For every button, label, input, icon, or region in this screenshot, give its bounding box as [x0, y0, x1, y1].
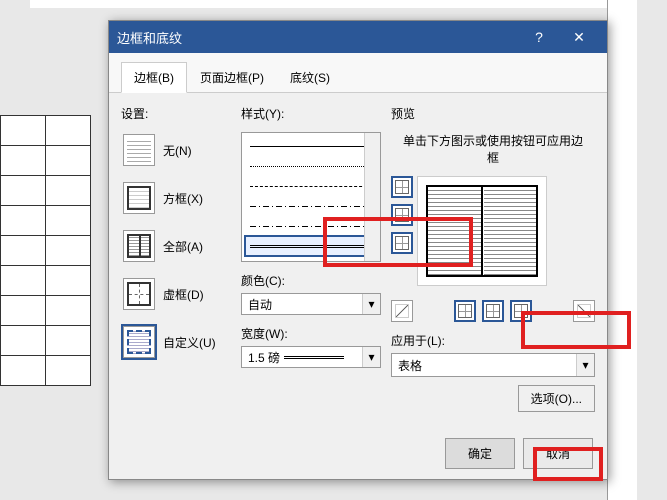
- close-button[interactable]: ✕: [559, 21, 599, 53]
- edge-middle-h-button[interactable]: [391, 204, 413, 226]
- grid-icon: [123, 278, 155, 310]
- tab-shading[interactable]: 底纹(S): [277, 62, 343, 93]
- options-button[interactable]: 选项(O)...: [518, 385, 595, 412]
- all-icon: [123, 230, 155, 262]
- setting-box[interactable]: 方框(X): [121, 180, 231, 216]
- apply-to-dropdown[interactable]: 表格 ▾: [391, 353, 595, 377]
- edge-middle-v-button[interactable]: [482, 300, 504, 322]
- edge-bottom-button[interactable]: [391, 232, 413, 254]
- diag-down-button[interactable]: [391, 300, 413, 322]
- tab-borders[interactable]: 边框(B): [121, 62, 187, 93]
- custom-icon: [123, 326, 155, 358]
- setting-grid[interactable]: 虚框(D): [121, 276, 231, 312]
- style-label: 样式(Y):: [241, 105, 381, 122]
- width-label: 宽度(W):: [241, 325, 381, 342]
- setting-custom[interactable]: 自定义(U): [121, 324, 231, 360]
- dialog-title: 边框和底纹: [117, 28, 519, 47]
- chevron-down-icon: ▾: [362, 347, 380, 367]
- setting-all[interactable]: 全部(A): [121, 228, 231, 264]
- width-dropdown[interactable]: 1.5 磅 ▾: [241, 346, 381, 368]
- preview-hint: 单击下方图示或使用按钮可应用边框: [391, 132, 595, 166]
- edge-right-button[interactable]: [510, 300, 532, 322]
- color-label: 颜色(C):: [241, 272, 381, 289]
- color-dropdown[interactable]: 自动 ▾: [241, 293, 381, 315]
- preview-diagram[interactable]: [417, 176, 547, 286]
- tab-page-borders[interactable]: 页面边框(P): [187, 62, 277, 93]
- chevron-down-icon: ▾: [576, 354, 594, 376]
- diag-up-button[interactable]: [573, 300, 595, 322]
- chevron-down-icon: ▾: [362, 294, 380, 314]
- background-document-table: [0, 115, 91, 386]
- help-button[interactable]: ?: [519, 21, 559, 53]
- edge-left-button[interactable]: [454, 300, 476, 322]
- apply-to-label: 应用于(L):: [391, 332, 595, 349]
- style-scrollbar[interactable]: [364, 133, 380, 261]
- cancel-button[interactable]: 取消: [523, 438, 593, 469]
- none-icon: [123, 134, 155, 166]
- ok-button[interactable]: 确定: [445, 438, 515, 469]
- setting-none[interactable]: 无(N): [121, 132, 231, 168]
- tab-strip: 边框(B) 页面边框(P) 底纹(S): [109, 53, 607, 93]
- preview-label: 预览: [391, 105, 595, 122]
- box-icon: [123, 182, 155, 214]
- settings-label: 设置:: [121, 105, 231, 122]
- edge-top-button[interactable]: [391, 176, 413, 198]
- dialog-titlebar: 边框和底纹 ? ✕: [109, 21, 607, 53]
- borders-shading-dialog: 边框和底纹 ? ✕ 边框(B) 页面边框(P) 底纹(S) 设置: 无(N) 方…: [108, 20, 608, 480]
- style-listbox[interactable]: [241, 132, 381, 262]
